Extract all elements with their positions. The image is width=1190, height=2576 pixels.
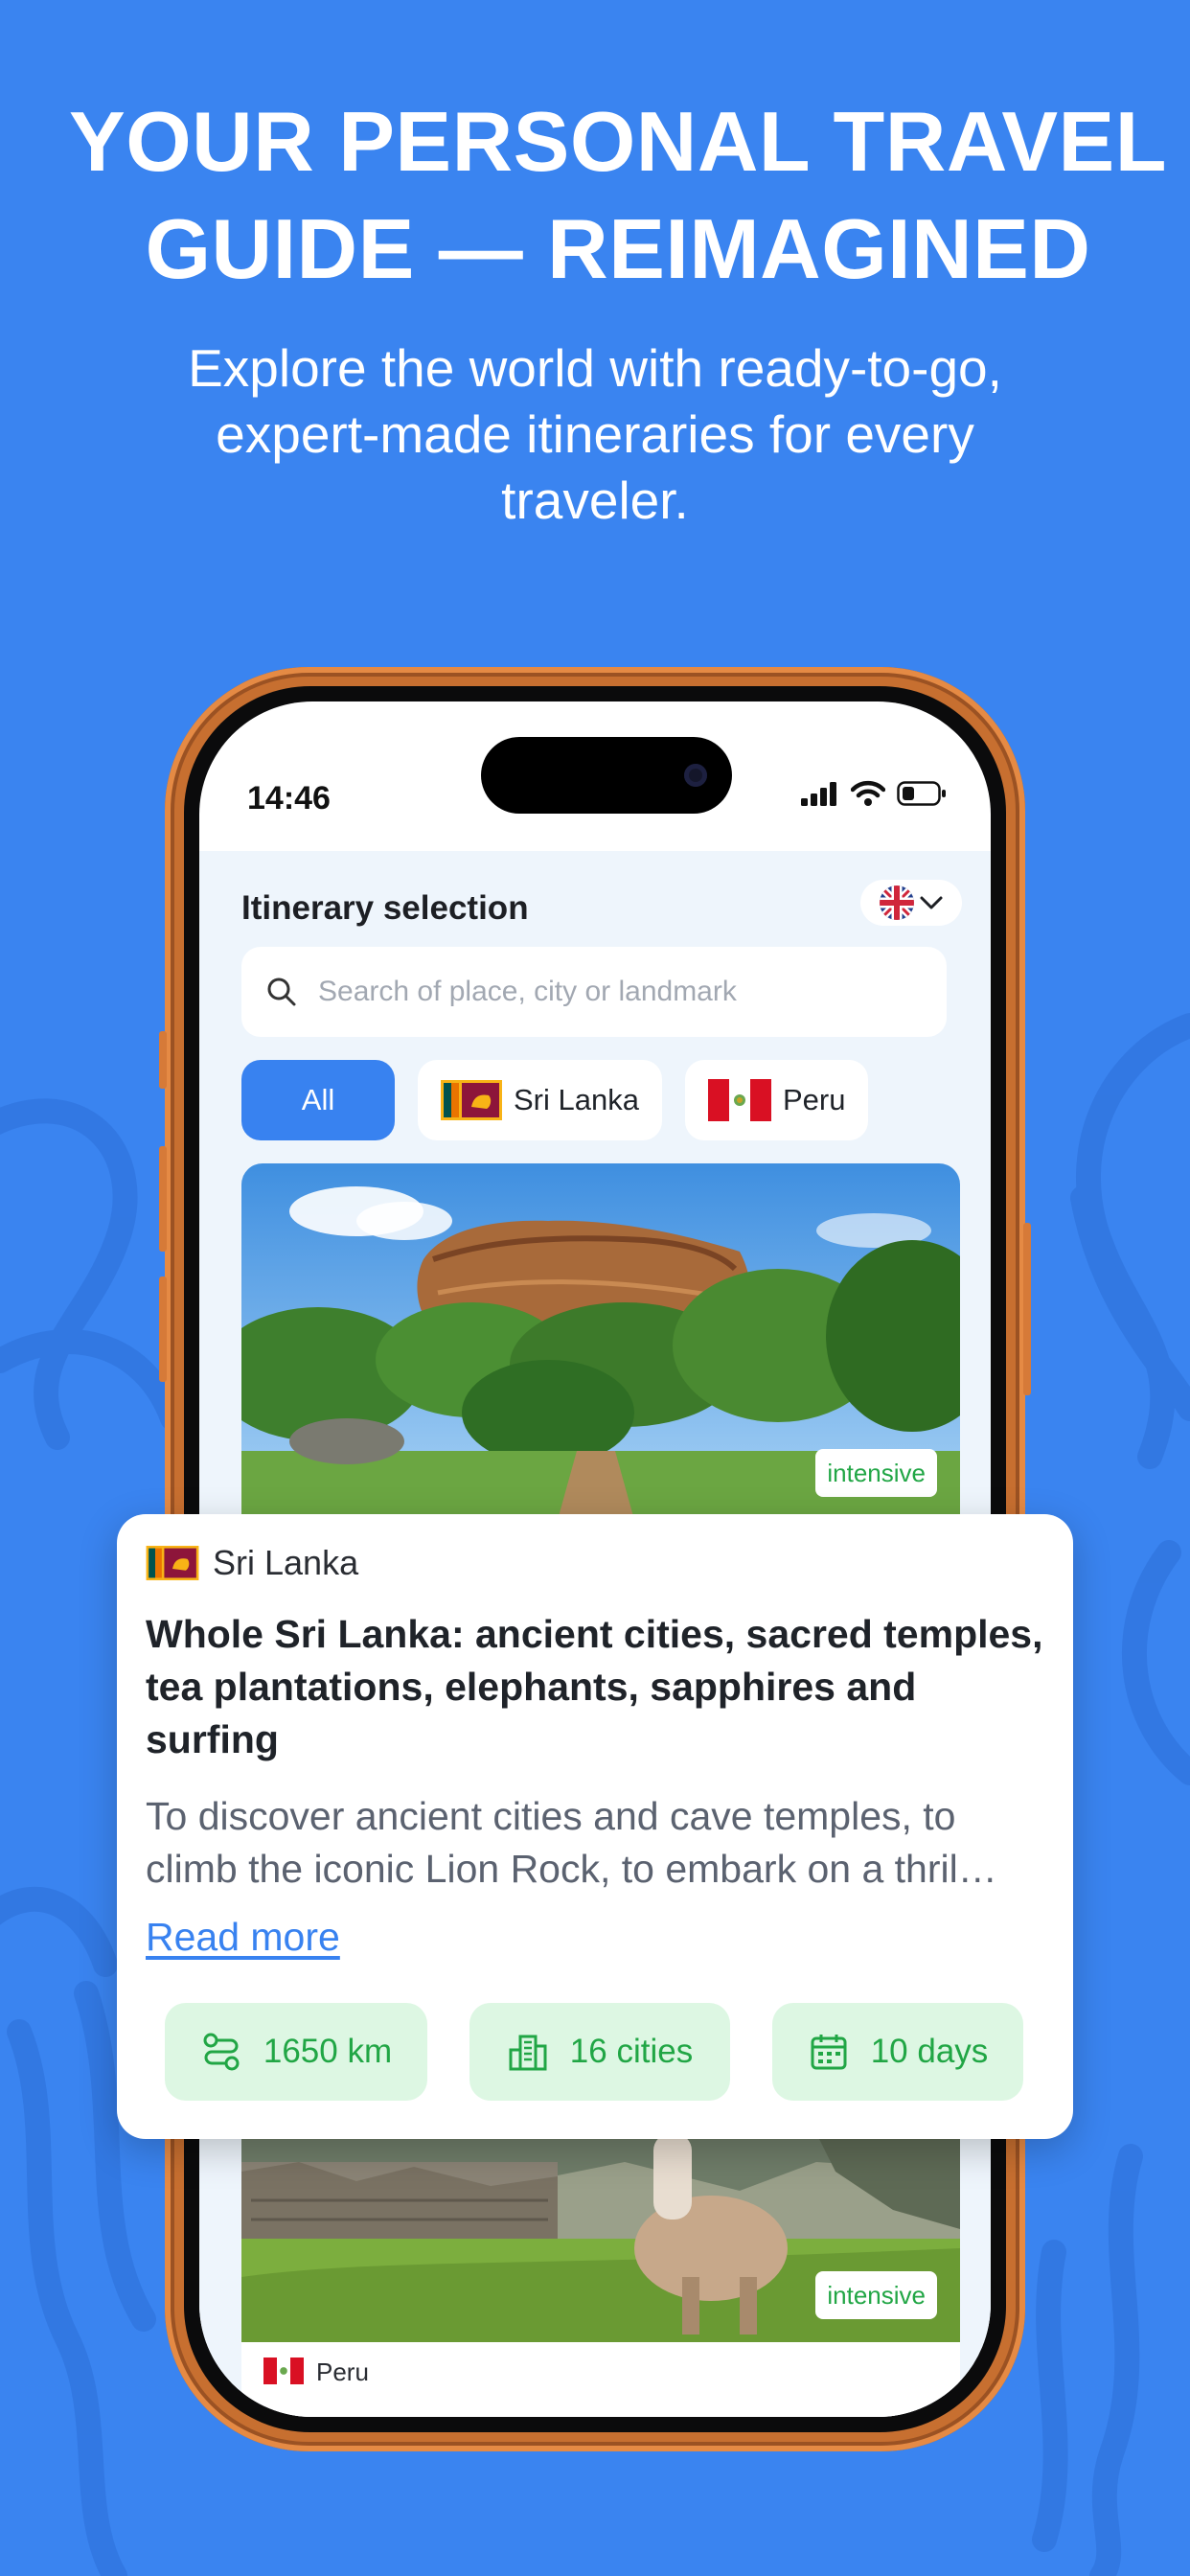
search-icon [267,978,296,1006]
chip-sri-lanka[interactable]: Sri Lanka [418,1060,662,1140]
page-subheadline: Explore the world with ready-to-go, expe… [115,335,1075,534]
phone-mute-switch [159,1031,167,1089]
featured-description: To discover ancient cities and cave temp… [146,1794,997,1891]
status-time: 14:46 [247,780,331,816]
status-icons [801,780,947,807]
subhead-line-3: traveler. [501,471,689,530]
chip-peru-label: Peru [782,1083,846,1116]
phone-volume-up [159,1146,167,1252]
stat-cities: 16 cities [469,2003,730,2101]
headline-line-1: YOUR PERSONAL TRAVEL [69,94,1167,189]
stat-distance-label: 1650 km [263,2033,393,2070]
search-bar[interactable] [241,947,947,1037]
card-country-label: Peru [316,2358,369,2386]
route-icon [203,2033,240,2071]
peru-flag-icon [263,2358,304,2384]
phone-power-button [1023,1223,1031,1395]
stat-duration: 10 days [772,2003,1023,2101]
sri-lanka-flag-icon [146,1546,199,1580]
search-input[interactable] [318,976,931,1008]
wifi-icon [851,780,885,806]
calendar-icon [811,2035,847,2070]
dynamic-island [481,737,732,814]
screen-title: Itinerary selection [241,889,529,927]
itinerary-card-image-peru[interactable]: intensive [241,2133,960,2342]
signal-icon [801,782,836,806]
intensity-badge: intensive [815,1449,937,1497]
featured-title: Whole Sri Lanka: ancient cities, sacred … [146,1612,1043,1761]
chip-all[interactable]: All [241,1060,395,1140]
itinerary-card-image-sri-lanka[interactable]: intensive [241,1163,960,1520]
chevron-down-icon [920,896,943,909]
intensity-badge: intensive [815,2271,937,2319]
stat-cities-label: 16 cities [569,2033,694,2070]
featured-country: Sri Lanka [146,1543,358,1583]
featured-country-label: Sri Lanka [213,1543,359,1582]
battery-icon [897,781,946,806]
chip-sri-lanka-label: Sri Lanka [514,1083,639,1116]
page-headline: YOUR PERSONAL TRAVEL GUIDE — REIMAGINED [38,88,1190,303]
uk-flag-icon [880,886,914,920]
sri-lanka-flag-icon [441,1080,502,1120]
headline-line-2: GUIDE — REIMAGINED [145,201,1091,296]
stat-distance: 1650 km [165,2003,427,2101]
read-more-link[interactable]: Read more [146,1915,340,1960]
subhead-line-1: Explore the world with ready-to-go, [188,338,1002,398]
itinerary-card-country: Peru [241,2342,960,2417]
country-filter-chips: All Sri Lanka Peru [241,1060,869,1140]
chip-peru[interactable]: Peru [684,1060,869,1140]
language-selector[interactable] [860,880,962,926]
subhead-line-2: expert-made itineraries for every [216,404,974,464]
city-icon [509,2035,547,2071]
peru-flag-icon [707,1079,771,1121]
stat-duration-label: 10 days [870,2033,989,2070]
camera-icon [684,764,707,787]
phone-volume-down [159,1276,167,1382]
featured-itinerary-card[interactable]: Sri Lanka Whole Sri Lanka: ancient citie… [117,1514,1073,2139]
